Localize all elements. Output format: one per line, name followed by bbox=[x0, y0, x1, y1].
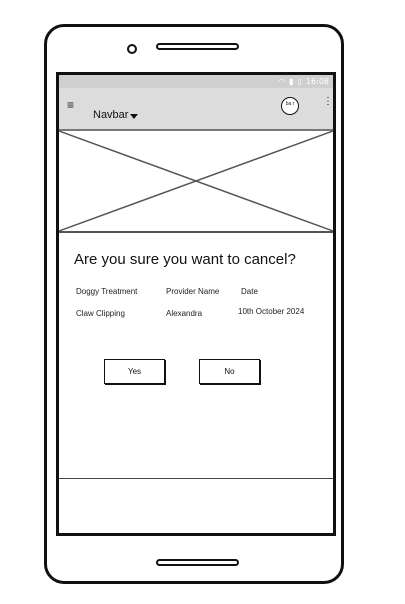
header-provider-name: Provider Name bbox=[166, 287, 220, 296]
date-value: 10th October 2024 bbox=[238, 307, 305, 316]
hamburger-menu-icon[interactable]: ≡ bbox=[67, 99, 74, 111]
avatar[interactable]: ba r bbox=[281, 97, 299, 115]
more-options-icon[interactable]: ⋮ bbox=[323, 97, 333, 107]
header-doggy-treatment: Doggy Treatment bbox=[76, 287, 138, 296]
status-time: 16:08 bbox=[305, 77, 329, 86]
status-bar: ◠ ▮ ▯ 16:08 bbox=[59, 75, 333, 88]
image-placeholder bbox=[59, 131, 333, 233]
front-camera bbox=[127, 44, 137, 54]
wifi-icon: ◠ bbox=[278, 77, 286, 86]
phone-frame: ◠ ▮ ▯ 16:08 ≡ Navbar ba r ⋮ Are you sure… bbox=[44, 24, 344, 584]
cancel-confirmation-dialog: Are you sure you want to cancel? Doggy T… bbox=[59, 235, 333, 479]
phone-screen: ◠ ▮ ▯ 16:08 ≡ Navbar ba r ⋮ Are you sure… bbox=[56, 72, 336, 536]
chevron-down-icon[interactable] bbox=[130, 114, 138, 119]
earpiece-speaker bbox=[156, 43, 239, 50]
treatment-value: Claw Clipping bbox=[76, 309, 125, 318]
navbar: ≡ Navbar ba r ⋮ bbox=[59, 88, 333, 131]
dialog-title: Are you sure you want to cancel? bbox=[74, 251, 296, 268]
no-button[interactable]: No bbox=[199, 359, 260, 384]
yes-button[interactable]: Yes bbox=[104, 359, 165, 384]
home-button[interactable] bbox=[156, 559, 239, 566]
navbar-title-dropdown[interactable]: Navbar bbox=[93, 109, 128, 121]
header-date: Date bbox=[241, 287, 258, 296]
placeholder-cross-icon bbox=[59, 131, 333, 231]
signal-icon: ▮ bbox=[289, 77, 294, 86]
provider-value: Alexandra bbox=[166, 309, 203, 318]
bottom-blank-area bbox=[59, 479, 333, 533]
battery-icon: ▯ bbox=[297, 77, 302, 86]
